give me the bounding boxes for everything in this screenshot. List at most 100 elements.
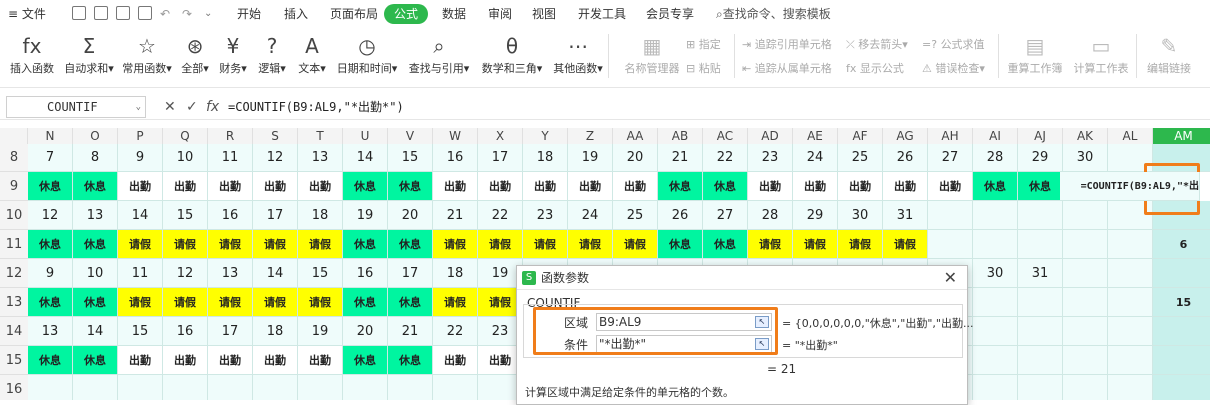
tab-6[interactable]: 视图 bbox=[532, 0, 556, 28]
column-header-P[interactable]: P bbox=[118, 128, 163, 144]
edit-links-button[interactable]: ✎ 编辑链接 bbox=[1142, 32, 1196, 76]
hamburger-menu[interactable]: ≡ 文件 bbox=[8, 0, 46, 28]
export-icon[interactable] bbox=[94, 6, 108, 20]
cell-AI14[interactable] bbox=[973, 317, 1018, 346]
column-header-R[interactable]: R bbox=[208, 128, 253, 144]
cell-R10[interactable]: 16 bbox=[208, 201, 253, 230]
cell-N10[interactable]: 12 bbox=[28, 201, 73, 230]
cell-R13[interactable]: 请假 bbox=[208, 288, 253, 317]
ribbon-button-1[interactable]: Σ 自动求和▾ bbox=[60, 32, 118, 76]
cell-P13[interactable]: 请假 bbox=[118, 288, 163, 317]
trace-dependents-button[interactable]: ⇤ 追踪从属单元格 bbox=[742, 60, 832, 76]
cell-R11[interactable]: 请假 bbox=[208, 230, 253, 259]
cell-U16[interactable] bbox=[343, 375, 388, 400]
cell-AG10[interactable]: 31 bbox=[883, 201, 928, 230]
cell-Z11[interactable]: 请假 bbox=[568, 230, 613, 259]
cell-U12[interactable]: 16 bbox=[343, 259, 388, 288]
cell-AH9[interactable]: 出勤 bbox=[928, 172, 973, 201]
cell-Y11[interactable]: 请假 bbox=[523, 230, 568, 259]
row-header-8[interactable]: 8 bbox=[0, 144, 28, 172]
cell-AH8[interactable]: 27 bbox=[928, 144, 973, 172]
cell-P10[interactable]: 14 bbox=[118, 201, 163, 230]
cell-AF9[interactable]: 出勤 bbox=[838, 172, 883, 201]
cell-AI11[interactable] bbox=[973, 230, 1018, 259]
cell-AB9[interactable]: 休息 bbox=[658, 172, 703, 201]
ribbon-button-2[interactable]: ☆ 常用函数▾ bbox=[120, 32, 174, 76]
column-header-Q[interactable]: Q bbox=[163, 128, 208, 144]
cell-U14[interactable]: 20 bbox=[343, 317, 388, 346]
cell-Z9[interactable]: 出勤 bbox=[568, 172, 613, 201]
cell-R14[interactable]: 17 bbox=[208, 317, 253, 346]
cell-AE9[interactable]: 出勤 bbox=[793, 172, 838, 201]
ribbon-button-0[interactable]: fx 插入函数 bbox=[6, 32, 58, 76]
cell-O14[interactable]: 14 bbox=[73, 317, 118, 346]
cell-P16[interactable] bbox=[118, 375, 163, 400]
ribbon-button-9[interactable]: θ 数学和三角▾ bbox=[476, 32, 548, 76]
cell-U11[interactable]: 休息 bbox=[343, 230, 388, 259]
column-header-AH[interactable]: AH bbox=[928, 128, 973, 144]
cell-AL15[interactable] bbox=[1108, 346, 1153, 375]
cell-V13[interactable]: 休息 bbox=[388, 288, 433, 317]
cell-W12[interactable]: 18 bbox=[433, 259, 478, 288]
cell-O13[interactable]: 休息 bbox=[73, 288, 118, 317]
cell-R8[interactable]: 11 bbox=[208, 144, 253, 172]
cell-V10[interactable]: 20 bbox=[388, 201, 433, 230]
cell-X9[interactable]: 出勤 bbox=[478, 172, 523, 201]
cell-U15[interactable]: 休息 bbox=[343, 346, 388, 375]
cell-AM15[interactable] bbox=[1153, 346, 1210, 375]
cell-U10[interactable]: 19 bbox=[343, 201, 388, 230]
calc-sheet-button[interactable]: ▭ 计算工作表 bbox=[1070, 32, 1132, 76]
cell-AD11[interactable]: 请假 bbox=[748, 230, 793, 259]
cell-P15[interactable]: 出勤 bbox=[118, 346, 163, 375]
cell-AK14[interactable] bbox=[1063, 317, 1108, 346]
cell-AC9[interactable]: 休息 bbox=[703, 172, 748, 201]
column-header-AG[interactable]: AG bbox=[883, 128, 928, 144]
column-header-AM[interactable]: AM bbox=[1153, 128, 1210, 144]
cell-V15[interactable]: 休息 bbox=[388, 346, 433, 375]
corner-cell[interactable] bbox=[0, 128, 28, 144]
column-header-AJ[interactable]: AJ bbox=[1018, 128, 1063, 144]
column-header-X[interactable]: X bbox=[478, 128, 523, 144]
cell-Y9[interactable]: 出勤 bbox=[523, 172, 568, 201]
cell-O10[interactable]: 13 bbox=[73, 201, 118, 230]
cell-Q14[interactable]: 16 bbox=[163, 317, 208, 346]
cell-AE10[interactable]: 29 bbox=[793, 201, 838, 230]
cell-AC8[interactable]: 22 bbox=[703, 144, 748, 172]
cell-Q16[interactable] bbox=[163, 375, 208, 400]
cell-S10[interactable]: 17 bbox=[253, 201, 298, 230]
cell-R15[interactable]: 出勤 bbox=[208, 346, 253, 375]
tab-7[interactable]: 开发工具 bbox=[578, 0, 626, 28]
cell-O16[interactable] bbox=[73, 375, 118, 400]
ribbon-button-6[interactable]: A 文本▾ bbox=[294, 32, 330, 76]
cell-W9[interactable]: 出勤 bbox=[433, 172, 478, 201]
cell-Z8[interactable]: 19 bbox=[568, 144, 613, 172]
column-header-AB[interactable]: AB bbox=[658, 128, 703, 144]
evaluate-formula-button[interactable]: =? 公式求值 bbox=[922, 36, 985, 52]
row-header-9[interactable]: 9 bbox=[0, 172, 28, 201]
cell-AL11[interactable] bbox=[1108, 230, 1153, 259]
cell-AA10[interactable]: 25 bbox=[613, 201, 658, 230]
cell-O9[interactable]: 休息 bbox=[73, 172, 118, 201]
cell-X8[interactable]: 17 bbox=[478, 144, 523, 172]
cell-T10[interactable]: 18 bbox=[298, 201, 343, 230]
column-header-AA[interactable]: AA bbox=[613, 128, 658, 144]
cell-AK11[interactable] bbox=[1063, 230, 1108, 259]
cell-T16[interactable] bbox=[298, 375, 343, 400]
cell-AF8[interactable]: 25 bbox=[838, 144, 883, 172]
cell-AL13[interactable] bbox=[1108, 288, 1153, 317]
cell-AJ11[interactable] bbox=[1018, 230, 1063, 259]
cell-O8[interactable]: 8 bbox=[73, 144, 118, 172]
cell-O15[interactable]: 休息 bbox=[73, 346, 118, 375]
ribbon-button-3[interactable]: ⊛ 全部▾ bbox=[176, 32, 214, 76]
cell-AL9[interactable]: =COUNTIF(B9:AL9,"*出 bbox=[1060, 172, 1200, 201]
cell-O11[interactable]: 休息 bbox=[73, 230, 118, 259]
column-header-AF[interactable]: AF bbox=[838, 128, 883, 144]
save-icon[interactable] bbox=[72, 6, 86, 20]
cell-W11[interactable]: 请假 bbox=[433, 230, 478, 259]
cell-U9[interactable]: 休息 bbox=[343, 172, 388, 201]
column-header-AK[interactable]: AK bbox=[1063, 128, 1108, 144]
undo-icon[interactable]: ↶ bbox=[160, 0, 170, 28]
ribbon-button-10[interactable]: ⋯ 其他函数▾ bbox=[550, 32, 606, 76]
ribbon-button-5[interactable]: ? 逻辑▾ bbox=[252, 32, 292, 76]
cell-T8[interactable]: 13 bbox=[298, 144, 343, 172]
